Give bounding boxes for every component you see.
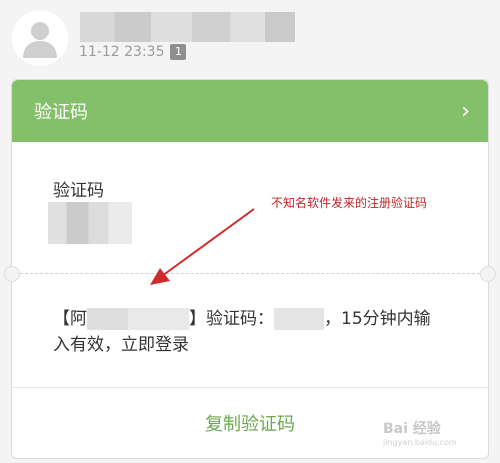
sms-body: 【阿 】验证码： ，15分钟内输 入有效，立即登录 <box>53 306 473 358</box>
watermark-logo: Bai 经验 <box>383 421 441 437</box>
watermark-url: jingyan.baidu.com <box>383 438 457 447</box>
copy-code-button[interactable]: 复制验证码 <box>205 410 295 436</box>
dashed-divider <box>20 273 480 274</box>
sms-message-view: 11-12 23:35 1 验证码 › 验证码 【阿 】验证码： ，15分钟内输 入… <box>0 0 500 463</box>
sms-body-line-1: 【阿 】验证码： ，15分钟内输 <box>53 306 473 332</box>
code-label: 验证码 <box>53 181 104 201</box>
avatar[interactable] <box>12 10 68 66</box>
sim-card-badge: 1 <box>170 44 187 60</box>
sms-suffix: ，15分钟内输 <box>324 309 431 329</box>
inline-code-blurred <box>274 308 324 330</box>
sender-brand-blurred <box>87 308 189 330</box>
ticket-notch-left <box>4 266 20 282</box>
sms-body-line-2: 入有效，立即登录 <box>53 335 189 355</box>
annotation-label: 不知名软件发来的注册验证码 <box>271 196 428 210</box>
card-header[interactable]: 验证码 › <box>12 80 488 142</box>
card-title: 验证码 <box>34 102 88 123</box>
message-meta: 11-12 23:35 1 <box>79 44 187 60</box>
sms-mid: 】验证码： <box>189 309 274 329</box>
timestamp: 11-12 23:35 <box>79 44 165 60</box>
code-value-blurred <box>48 202 132 244</box>
ticket-notch-right <box>480 266 496 282</box>
verification-code-card: 验证码 › 验证码 【阿 】验证码： ，15分钟内输 入有效，立即登录 复制验证码 <box>4 79 496 459</box>
chevron-right-icon[interactable]: › <box>461 99 470 124</box>
default-avatar-icon <box>12 10 68 66</box>
sms-prefix: 【阿 <box>53 309 87 329</box>
sender-name-blurred <box>80 12 295 42</box>
watermark: Bai 经验 jingyan.baidu.com <box>383 418 457 447</box>
